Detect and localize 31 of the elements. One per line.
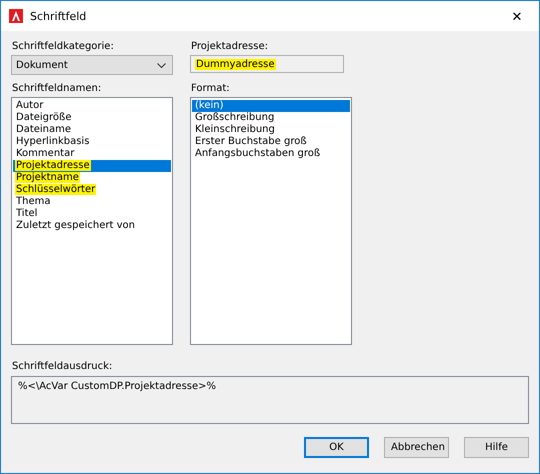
- list-item[interactable]: Hyperlinkbasis: [13, 136, 171, 148]
- list-item[interactable]: Kleinschreibung: [192, 124, 350, 136]
- list-item[interactable]: (kein): [192, 100, 350, 112]
- dialog-button[interactable]: Abbrechen: [384, 437, 449, 458]
- chevron-icon: [157, 62, 166, 68]
- list-item[interactable]: Titel: [13, 208, 171, 220]
- dialog-button[interactable]: OK: [304, 437, 369, 458]
- list-item[interactable]: Erster Buchstabe groß: [192, 136, 350, 148]
- list-item[interactable]: Thema: [13, 196, 171, 208]
- category-label: Schriftfeldkategorie:: [12, 41, 115, 52]
- dialog-button[interactable]: Hilfe: [464, 437, 529, 458]
- list-item[interactable]: Schlüsselwörter: [13, 184, 171, 196]
- value-field: Dummyadresse: [190, 55, 344, 73]
- list-item[interactable]: Zuletzt gespeichert von: [13, 220, 171, 232]
- list-item[interactable]: Projektname: [13, 172, 171, 184]
- list-item[interactable]: Dateiname: [13, 124, 171, 136]
- expression-label: Schriftfeldausdruck:: [12, 361, 114, 372]
- list-item[interactable]: Projektadresse: [13, 160, 171, 172]
- category-dropdown[interactable]: Dokument: [11, 55, 173, 75]
- names-label: Schriftfeldnamen:: [12, 83, 102, 94]
- expression-field[interactable]: %<\AcVar CustomDP.Projektadresse>%: [11, 376, 529, 424]
- close-button[interactable]: ✕: [495, 1, 539, 31]
- list-item[interactable]: Autor: [13, 100, 171, 112]
- window-title: Schriftfeld: [30, 10, 88, 22]
- list-item[interactable]: Kommentar: [13, 148, 171, 160]
- list-item[interactable]: Dateigröße: [13, 112, 171, 124]
- list-item[interactable]: Anfangsbuchstaben groß: [192, 148, 350, 160]
- app-logo-icon: [9, 9, 23, 23]
- format-label: Format:: [191, 83, 231, 94]
- list-item[interactable]: Großschreibung: [192, 112, 350, 124]
- value-label: Projektadresse:: [191, 41, 269, 52]
